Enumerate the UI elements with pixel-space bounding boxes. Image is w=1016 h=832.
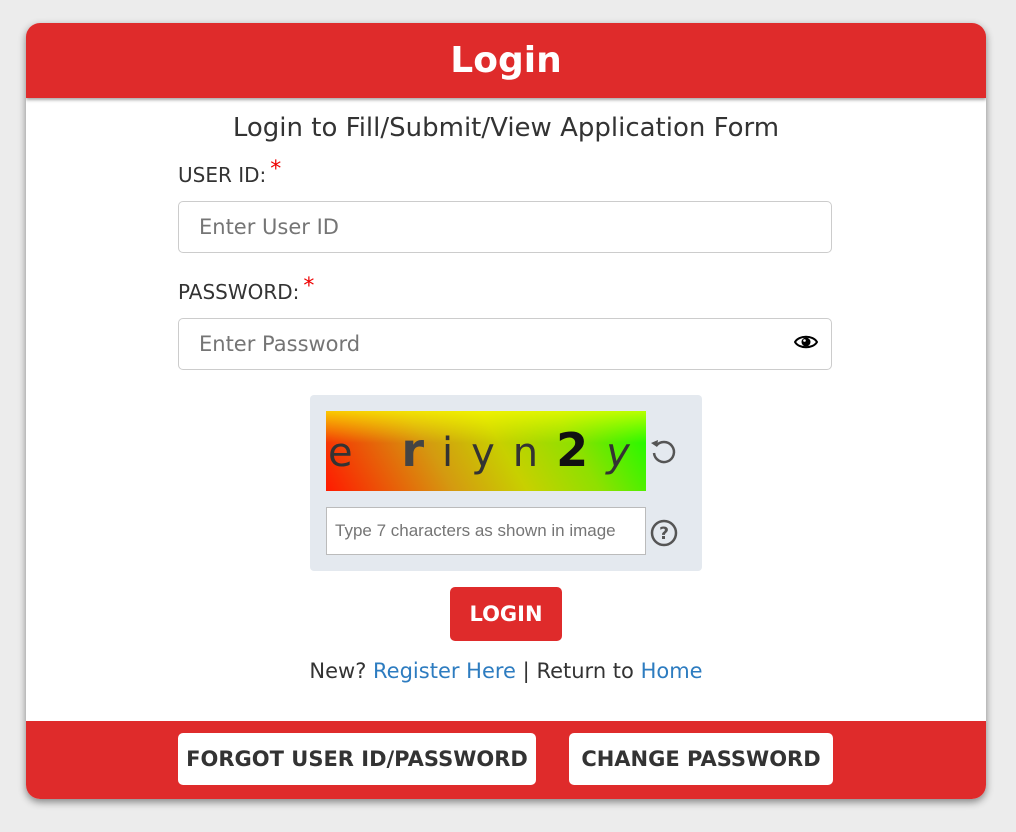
captcha-panel: e riyn2y ? xyxy=(310,395,702,571)
password-input[interactable] xyxy=(178,318,832,370)
required-mark: * xyxy=(270,157,282,182)
captcha-char: e xyxy=(328,430,402,476)
captcha-char: y xyxy=(606,430,646,476)
captcha-input[interactable] xyxy=(326,507,646,555)
user-id-label-text: USER ID: xyxy=(178,163,267,187)
new-user-text: New? xyxy=(309,659,367,683)
forgot-credentials-button[interactable]: FORGOT USER ID/PASSWORD xyxy=(178,733,536,785)
login-card: Login Login to Fill/Submit/View Applicat… xyxy=(26,23,986,799)
captcha-char: 2 xyxy=(556,423,607,477)
register-link[interactable]: Register Here xyxy=(373,659,516,683)
password-label: PASSWORD: * xyxy=(178,274,314,305)
eye-icon[interactable] xyxy=(794,332,818,352)
login-footer: FORGOT USER ID/PASSWORD CHANGE PASSWORD xyxy=(26,721,986,799)
user-id-label: USER ID: * xyxy=(178,157,281,188)
captcha-image: e riyn2y xyxy=(326,411,646,491)
return-text: Return to xyxy=(536,659,634,683)
change-password-button[interactable]: CHANGE PASSWORD xyxy=(569,733,833,785)
user-id-input[interactable] xyxy=(178,201,832,253)
header-title: Login xyxy=(450,40,562,81)
login-header: Login xyxy=(26,23,986,98)
password-label-text: PASSWORD: xyxy=(178,280,300,304)
login-button[interactable]: LOGIN xyxy=(450,587,562,641)
page-subtitle: Login to Fill/Submit/View Application Fo… xyxy=(232,113,780,143)
svg-text:?: ? xyxy=(659,524,669,544)
auth-links: New? Register Here | Return to Home xyxy=(26,659,986,683)
captcha-char: iyn xyxy=(442,430,557,476)
password-field xyxy=(178,318,832,370)
required-mark: * xyxy=(303,274,315,299)
link-separator: | xyxy=(522,659,530,683)
question-circle-icon[interactable]: ? xyxy=(650,519,678,547)
captcha-char: r xyxy=(401,423,443,477)
refresh-icon[interactable] xyxy=(648,435,680,467)
home-link[interactable]: Home xyxy=(641,659,703,683)
